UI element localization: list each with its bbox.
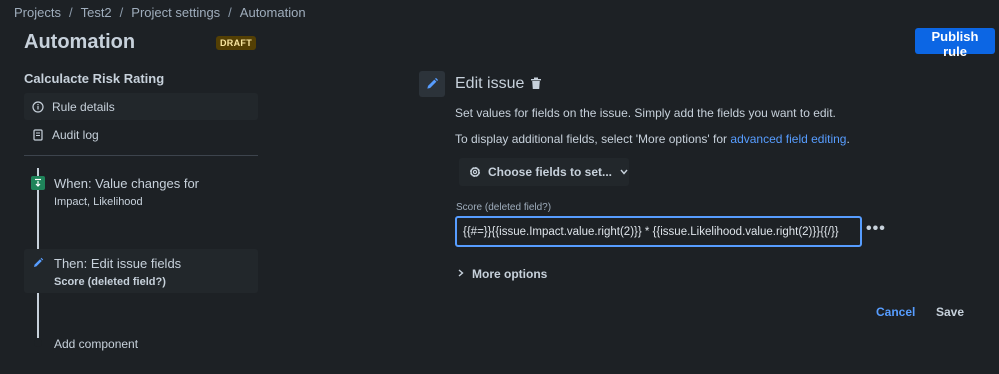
more-options-toggle[interactable]: More options bbox=[458, 267, 547, 281]
breadcrumb-projects[interactable]: Projects bbox=[14, 5, 61, 20]
more-info-text: To display additional fields, select 'Mo… bbox=[455, 132, 850, 146]
page-title: Automation bbox=[24, 31, 136, 53]
sidebar-item-audit-log[interactable]: Audit log bbox=[24, 121, 258, 148]
field-label: Score (deleted field?) bbox=[456, 202, 552, 213]
choose-fields-button[interactable]: Choose fields to set... bbox=[459, 158, 629, 186]
trash-icon[interactable] bbox=[530, 77, 542, 93]
breadcrumb-project-settings[interactable]: Project settings bbox=[131, 5, 220, 20]
add-component-dot bbox=[34, 339, 42, 347]
rule-name: Calculacte Risk Rating bbox=[24, 71, 165, 86]
step-subtitle: Impact, Likelihood bbox=[54, 196, 143, 208]
save-button[interactable]: Save bbox=[930, 302, 966, 322]
choose-fields-label: Choose fields to set... bbox=[488, 165, 613, 179]
more-actions-icon[interactable]: ••• bbox=[866, 220, 886, 238]
cancel-button[interactable]: Cancel bbox=[870, 302, 920, 322]
score-field-input[interactable] bbox=[455, 216, 862, 247]
sidebar-item-label: Audit log bbox=[52, 127, 99, 142]
sidebar-item-label: Rule details bbox=[52, 99, 115, 114]
trigger-icon bbox=[31, 176, 45, 190]
status-badge: DRAFT bbox=[216, 36, 256, 50]
component-action[interactable]: Then: Edit issue fields Score (deleted f… bbox=[24, 249, 258, 293]
step-title: Then: Edit issue fields bbox=[54, 256, 182, 271]
add-component-button[interactable]: Add component bbox=[54, 337, 138, 351]
description: Set values for fields on the issue. Simp… bbox=[455, 106, 836, 120]
breadcrumb-separator: / bbox=[228, 5, 232, 20]
gear-icon bbox=[468, 165, 482, 179]
edit-issue-icon bbox=[419, 71, 445, 97]
more-options-label: More options bbox=[472, 267, 548, 281]
more-info-suffix: . bbox=[846, 132, 850, 146]
step-title: When: Value changes for bbox=[54, 176, 200, 191]
chevron-down-icon bbox=[620, 169, 628, 175]
info-icon bbox=[24, 100, 52, 113]
breadcrumb-separator: / bbox=[119, 5, 124, 20]
step-subtitle: Score (deleted field?) bbox=[54, 276, 166, 288]
divider bbox=[24, 155, 258, 156]
component-title: Edit issue bbox=[455, 75, 525, 92]
more-info-prefix: To display additional fields, select 'Mo… bbox=[455, 132, 731, 146]
breadcrumb-automation[interactable]: Automation bbox=[240, 5, 306, 20]
publish-rule-button[interactable]: Publish rule bbox=[915, 28, 995, 59]
breadcrumb: Projects / Test2 / Project settings / Automati… bbox=[14, 5, 306, 20]
breadcrumb-separator: / bbox=[68, 5, 73, 20]
advanced-field-editing-link[interactable]: advanced field editing bbox=[730, 132, 846, 146]
pencil-icon bbox=[31, 256, 45, 270]
document-icon bbox=[24, 128, 52, 141]
sidebar-item-rule-details[interactable]: Rule details bbox=[24, 93, 258, 120]
breadcrumb-project[interactable]: Test2 bbox=[81, 5, 112, 20]
chevron-right-icon bbox=[458, 268, 464, 280]
component-trigger[interactable]: When: Value changes for Impact, Likeliho… bbox=[24, 170, 258, 214]
